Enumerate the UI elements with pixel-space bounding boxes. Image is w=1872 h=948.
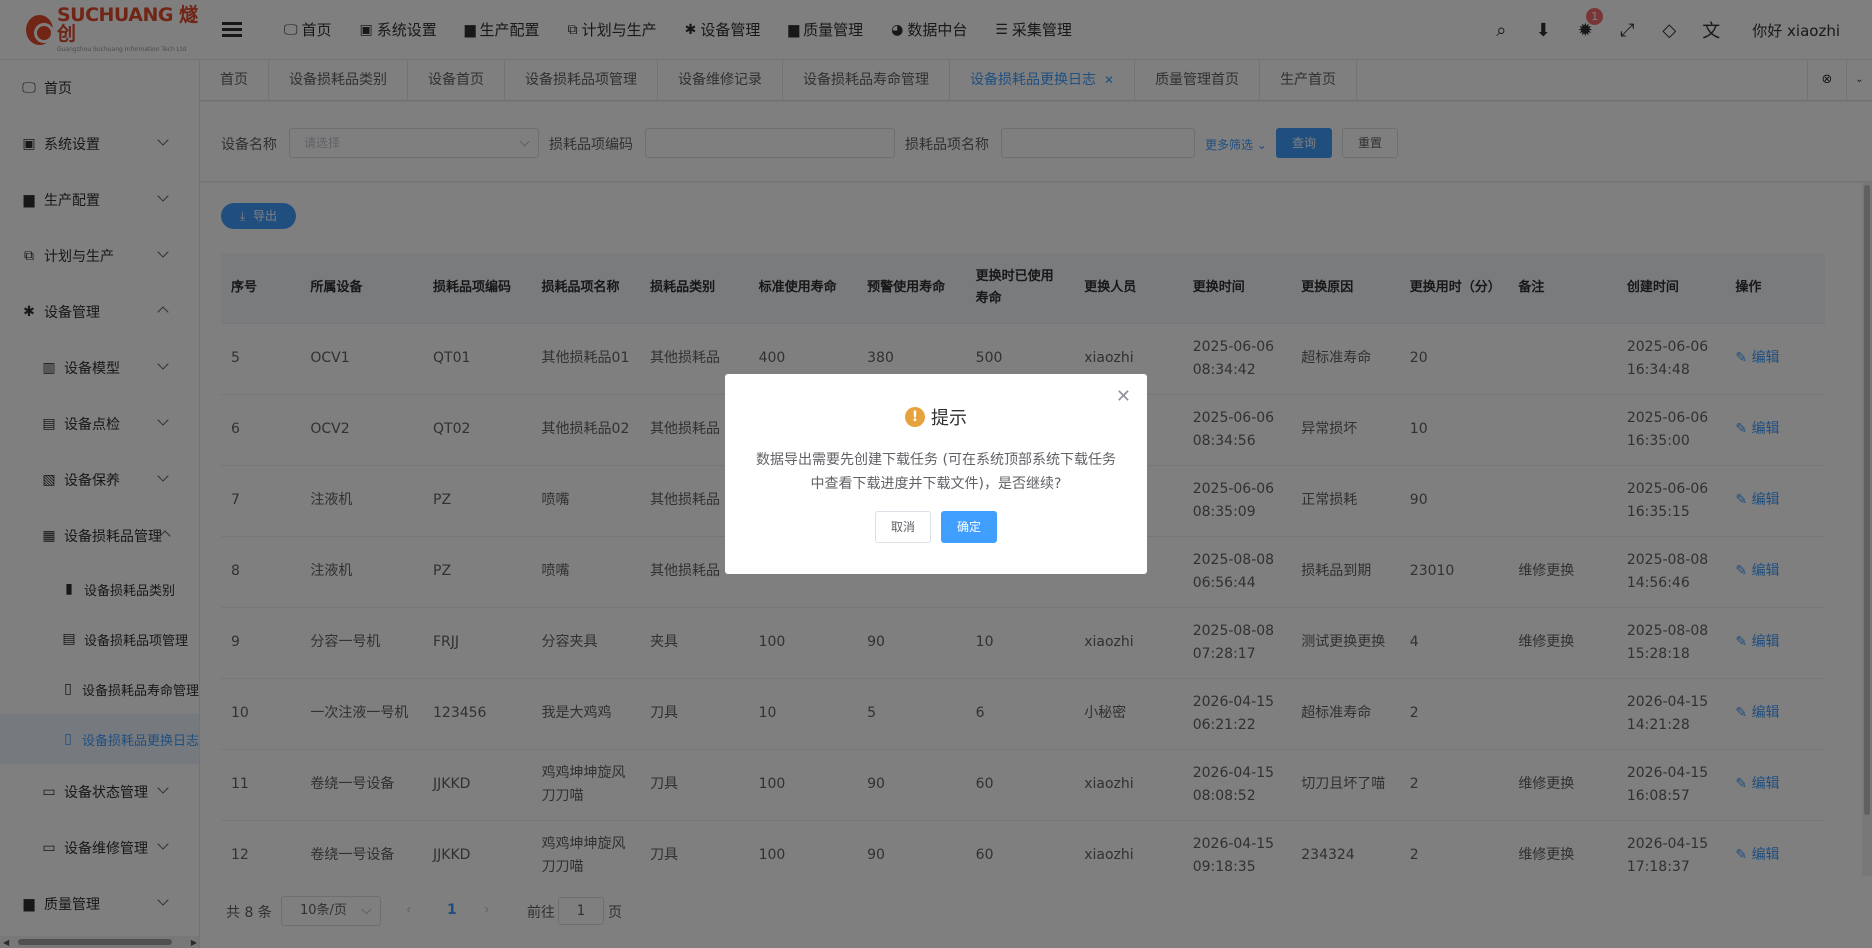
dialog-title: 提示	[931, 408, 967, 429]
cancel-button[interactable]: 取消	[875, 511, 931, 543]
warning-icon: !	[905, 407, 925, 427]
confirm-button[interactable]: 确定	[941, 511, 997, 543]
confirm-dialog: ✕ ! 提示 数据导出需要先创建下载任务 (可在系统顶部系统下载任务中查看下载进…	[725, 374, 1147, 574]
dialog-message: 数据导出需要先创建下载任务 (可在系统顶部系统下载任务中查看下载进度并下载文件)…	[756, 452, 1116, 492]
